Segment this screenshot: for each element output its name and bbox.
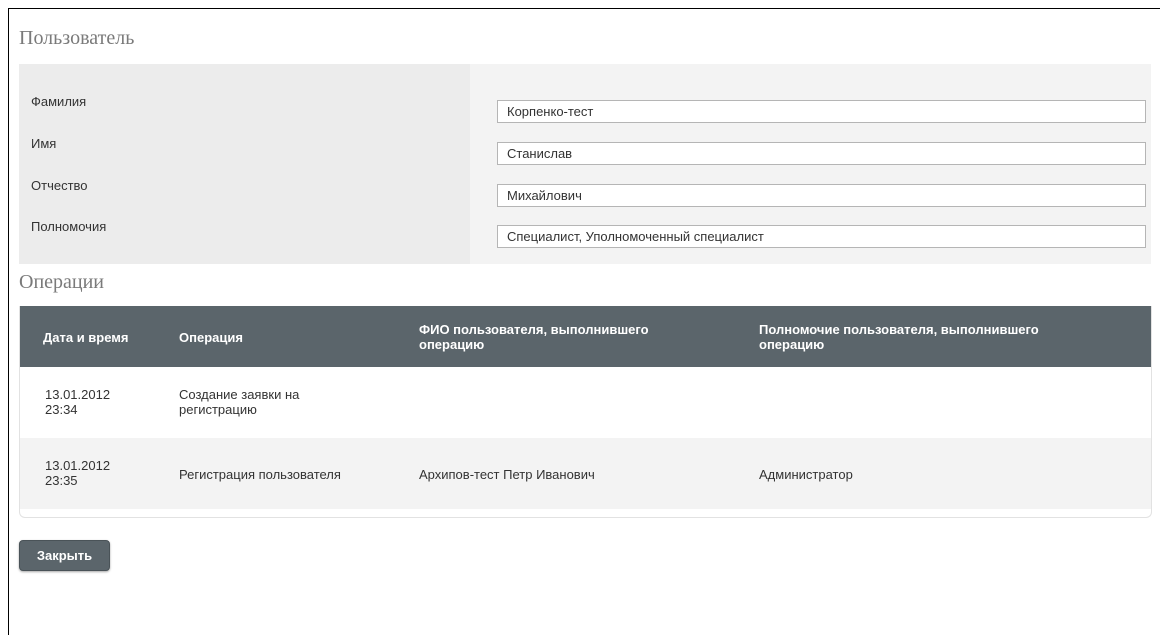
row-operation-line2: регистрацию xyxy=(179,402,257,417)
row-time: 23:35 xyxy=(45,473,78,488)
operations-table: Дата и время Операция ФИО пользователя, … xyxy=(19,306,1152,518)
user-section-title: Пользователь xyxy=(19,27,135,49)
row-date: 13.01.2012 xyxy=(45,458,111,473)
permissions-field[interactable]: Специалист, Уполномоченный специалист xyxy=(497,225,1146,248)
row-operation-line1: Регистрация пользователя xyxy=(179,467,341,482)
patronymic-field[interactable]: Михайлович xyxy=(497,184,1146,207)
row-date: 13.01.2012 xyxy=(45,387,111,402)
surname-field[interactable]: Корпенко-тест xyxy=(497,100,1146,123)
user-labels-column xyxy=(19,64,470,264)
permissions-label: Полномочия xyxy=(31,219,107,234)
column-header-user-role[interactable]: Полномочие пользователя, выполнившего оп… xyxy=(759,322,1039,352)
column-header-user-name-line1: ФИО пользователя, выполнившего xyxy=(419,322,649,337)
close-button[interactable]: Закрыть xyxy=(19,540,110,571)
operations-section-title: Операции xyxy=(19,271,105,293)
row-operation-line1: Создание заявки на xyxy=(179,387,300,402)
column-header-user-role-line2: операцию xyxy=(759,337,825,352)
name-field[interactable]: Станислав xyxy=(497,142,1146,165)
row-datetime: 13.01.2012 23:35 xyxy=(45,458,110,488)
patronymic-label: Отчество xyxy=(31,178,88,193)
surname-label: Фамилия xyxy=(31,94,87,109)
table-header: Дата и время Операция ФИО пользователя, … xyxy=(20,306,1151,367)
row-user-role: Администратор xyxy=(759,467,853,482)
column-header-user-role-line1: Полномочие пользователя, выполнившего xyxy=(759,322,1039,337)
row-operation: Создание заявки на регистрацию xyxy=(179,387,299,417)
row-operation: Регистрация пользователя xyxy=(179,467,341,482)
column-header-operation[interactable]: Операция xyxy=(179,330,243,345)
column-header-user-name-line2: операцию xyxy=(419,337,485,352)
column-header-datetime[interactable]: Дата и время xyxy=(43,330,129,345)
row-datetime: 13.01.2012 23:34 xyxy=(45,387,110,417)
table-row: 13.01.2012 23:34 Создание заявки на реги… xyxy=(20,367,1151,438)
row-time: 23:34 xyxy=(45,402,78,417)
column-header-user-name[interactable]: ФИО пользователя, выполнившего операцию xyxy=(419,322,649,352)
user-info-panel: Фамилия Имя Отчество Полномочия Корпенко… xyxy=(19,64,1151,264)
table-row: 13.01.2012 23:35 Регистрация пользовател… xyxy=(20,438,1151,509)
name-label: Имя xyxy=(31,136,57,151)
row-user-name: Архипов-тест Петр Иванович xyxy=(419,467,595,482)
